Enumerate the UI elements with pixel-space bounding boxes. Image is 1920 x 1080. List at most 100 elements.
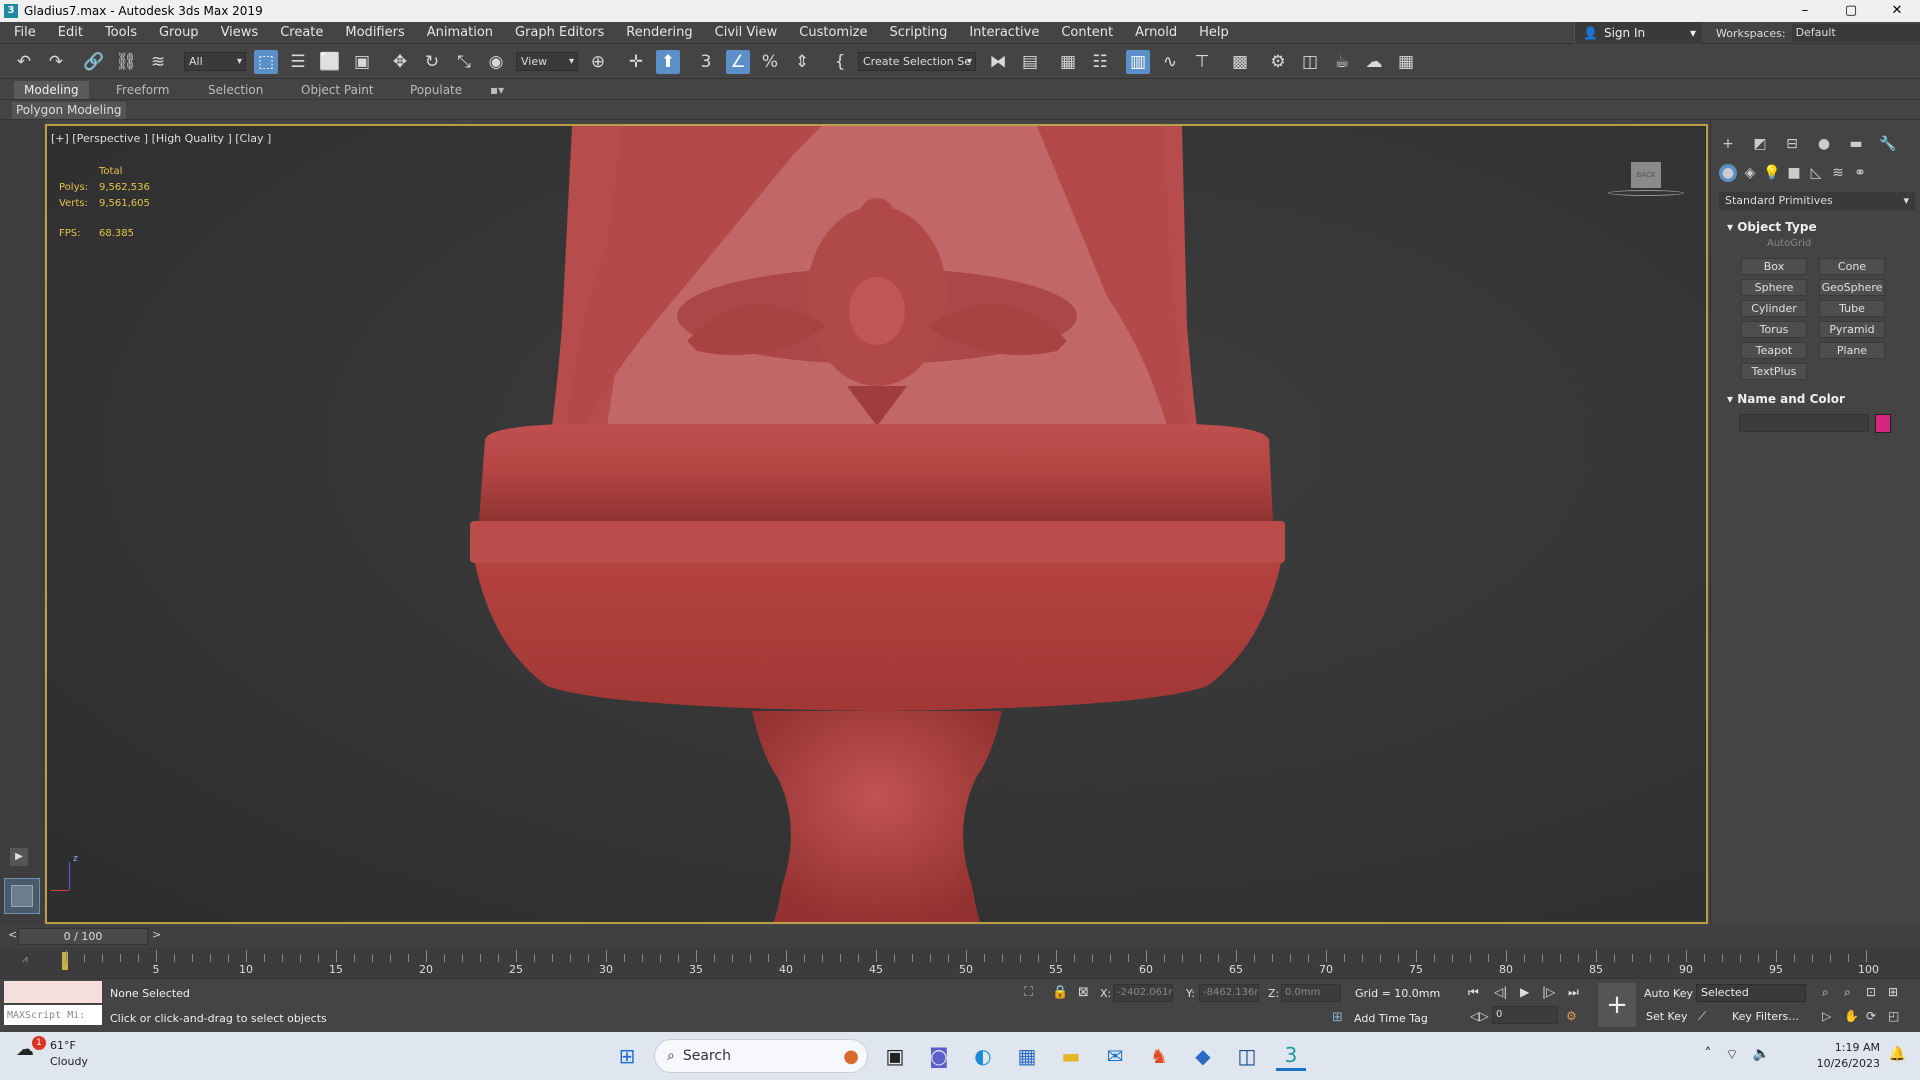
rotate-icon[interactable]: ↻: [420, 50, 444, 74]
utilities-tab-icon[interactable]: 🔧: [1879, 135, 1897, 153]
menu-tools[interactable]: Tools: [94, 25, 148, 40]
render-setup-icon[interactable]: ⚙: [1266, 50, 1290, 74]
window-crossing-icon[interactable]: ▣: [350, 50, 374, 74]
close-button[interactable]: ✕: [1874, 0, 1920, 22]
create-tab-icon[interactable]: +: [1719, 135, 1737, 153]
polygon-modeling-panel[interactable]: Polygon Modeling: [12, 102, 126, 119]
plane-button[interactable]: Plane: [1819, 342, 1885, 359]
spinner-snap-icon[interactable]: ⇕: [790, 50, 814, 74]
time-tag-icon[interactable]: ⊞: [1332, 1010, 1343, 1025]
zoom-icon[interactable]: ⌕: [1822, 985, 1829, 1000]
z-coordinate-field[interactable]: 0.0mm: [1281, 984, 1341, 1002]
current-frame-field[interactable]: 0: [1492, 1006, 1558, 1024]
align-icon[interactable]: ▤: [1018, 50, 1042, 74]
time-configuration-icon[interactable]: ⚙: [1566, 1009, 1577, 1023]
viewcube[interactable]: BACK: [1608, 162, 1684, 202]
auto-key-button[interactable]: Auto Key: [1644, 987, 1693, 1000]
viewcube-ring[interactable]: [1608, 190, 1684, 196]
angle-snap-icon[interactable]: ∠: [726, 50, 750, 74]
menu-content[interactable]: Content: [1050, 25, 1124, 40]
object-color-swatch[interactable]: [1875, 414, 1891, 433]
move-icon[interactable]: ✥: [388, 50, 412, 74]
tab-modeling[interactable]: Modeling: [14, 81, 89, 99]
perspective-viewport[interactable]: [+] [Perspective ] [High Quality ] [Clay…: [45, 124, 1708, 924]
percent-snap-icon[interactable]: %: [758, 50, 782, 74]
undo-icon[interactable]: ↶: [12, 50, 36, 74]
selection-lock-icon[interactable]: 🔒: [1052, 985, 1068, 1000]
a360-gallery-icon[interactable]: ▦: [1394, 50, 1418, 74]
menu-animation[interactable]: Animation: [416, 25, 504, 40]
name-and-color-rollout[interactable]: ▾ Name and Color: [1719, 390, 1915, 408]
field-of-view-icon[interactable]: ▷: [1822, 1009, 1831, 1023]
rectangular-region-icon[interactable]: ⬜: [318, 50, 342, 74]
key-mode-toggle-icon[interactable]: ◁▷: [1470, 1009, 1488, 1023]
mail-icon[interactable]: ✉: [1100, 1041, 1130, 1071]
maxscript-input[interactable]: MAXScript Mi:: [4, 1003, 102, 1025]
toggle-ribbon-icon[interactable]: ▥: [1126, 50, 1150, 74]
add-time-tag[interactable]: Add Time Tag: [1354, 1012, 1428, 1025]
rendered-frame-window-icon[interactable]: ◫: [1298, 50, 1322, 74]
menu-arnold[interactable]: Arnold: [1124, 25, 1188, 40]
menu-scripting[interactable]: Scripting: [879, 25, 959, 40]
x-coordinate-field[interactable]: -2402.061r: [1113, 984, 1173, 1002]
zoom-all-icon[interactable]: ⌕: [1844, 985, 1851, 1000]
layer-explorer-icon[interactable]: ☷: [1088, 50, 1112, 74]
maxscript-listener[interactable]: MAXScript Mi:: [4, 981, 102, 1029]
previous-frame-icon[interactable]: ◁|: [1494, 985, 1507, 999]
lights-icon[interactable]: 💡: [1763, 164, 1781, 182]
modify-tab-icon[interactable]: ◩: [1751, 135, 1769, 153]
select-object-icon[interactable]: ⬚: [254, 50, 278, 74]
motion-tab-icon[interactable]: ●: [1815, 135, 1833, 153]
sphere-button[interactable]: Sphere: [1741, 279, 1807, 296]
box-button[interactable]: Box: [1741, 258, 1807, 275]
reference-coordinate-dropdown[interactable]: View: [516, 52, 578, 71]
schematic-view-icon[interactable]: ⊤: [1190, 50, 1214, 74]
menu-modifiers[interactable]: Modifiers: [334, 25, 415, 40]
textplus-button[interactable]: TextPlus: [1741, 363, 1807, 380]
app-diamond-icon[interactable]: ◆: [1188, 1041, 1218, 1071]
maximize-button[interactable]: ▢: [1828, 0, 1874, 22]
tab-selection[interactable]: Selection: [198, 81, 273, 99]
go-to-end-icon[interactable]: ⏭: [1568, 985, 1579, 1000]
absolute-mode-icon[interactable]: ⊠: [1078, 985, 1089, 1000]
zoom-extents-all-icon[interactable]: ⊞: [1888, 985, 1898, 999]
set-key-button[interactable]: Set Key: [1646, 1010, 1688, 1023]
menu-views[interactable]: Views: [210, 25, 270, 40]
windows-start-icon[interactable]: ⊞: [612, 1041, 642, 1071]
shapes-icon[interactable]: ◈: [1741, 164, 1759, 182]
orbit-icon[interactable]: ⟳: [1866, 1009, 1876, 1023]
menu-rendering[interactable]: Rendering: [615, 25, 703, 40]
taskbar-search[interactable]: ⌕ Search ●: [654, 1039, 868, 1073]
play-animation-icon[interactable]: ▶: [1520, 985, 1529, 999]
redo-icon[interactable]: ↷: [44, 50, 68, 74]
go-to-start-icon[interactable]: ⏮: [1468, 985, 1479, 1000]
menu-interactive[interactable]: Interactive: [958, 25, 1050, 40]
3ds-max-taskbar-icon[interactable]: 3: [1276, 1041, 1306, 1071]
menu-edit[interactable]: Edit: [47, 25, 94, 40]
volume-icon[interactable]: 🔈: [1753, 1046, 1770, 1064]
sign-in-dropdown[interactable]: 👤 Sign In ▾: [1574, 22, 1702, 44]
file-explorer-icon[interactable]: ▬: [1056, 1041, 1086, 1071]
autogrid-checkbox[interactable]: AutoGrid: [1767, 238, 1811, 249]
unlink-icon[interactable]: ⛓: [114, 50, 138, 74]
pan-view-icon[interactable]: ✋: [1844, 1009, 1859, 1023]
maximize-viewport-icon[interactable]: ◰: [1888, 1009, 1899, 1023]
default-in-out-tangents-icon[interactable]: ⟋: [1698, 1009, 1706, 1024]
torus-button[interactable]: Torus: [1741, 321, 1807, 338]
viewport-layout-thumbnail[interactable]: [4, 878, 40, 914]
time-slider-thumb[interactable]: 0 / 100: [18, 928, 148, 945]
teams-chat-icon[interactable]: ◙: [924, 1041, 954, 1071]
menu-civil-view[interactable]: Civil View: [704, 25, 789, 40]
named-selection-set-dropdown[interactable]: Create Selection Se: [858, 52, 976, 71]
menu-graph-editors[interactable]: Graph Editors: [504, 25, 615, 40]
next-frame-icon[interactable]: |▷: [1542, 985, 1555, 999]
selection-filter-dropdown[interactable]: All: [184, 52, 246, 71]
bind-space-warp-icon[interactable]: ≋: [146, 50, 170, 74]
geosphere-button[interactable]: GeoSphere: [1819, 279, 1885, 296]
time-slider[interactable]: < 0 / 100 >: [0, 926, 1920, 948]
microsoft-store-icon[interactable]: ▦: [1012, 1041, 1042, 1071]
edge-browser-icon[interactable]: ◐: [968, 1041, 998, 1071]
pyramid-button[interactable]: Pyramid: [1819, 321, 1885, 338]
track-bar[interactable]: ⩘ 5 10 15 20 25 30 35 40 45 50 55 60 65 70 75 80 85 90 95 1…: [0, 948, 1920, 978]
curve-editor-icon[interactable]: ∿: [1158, 50, 1182, 74]
